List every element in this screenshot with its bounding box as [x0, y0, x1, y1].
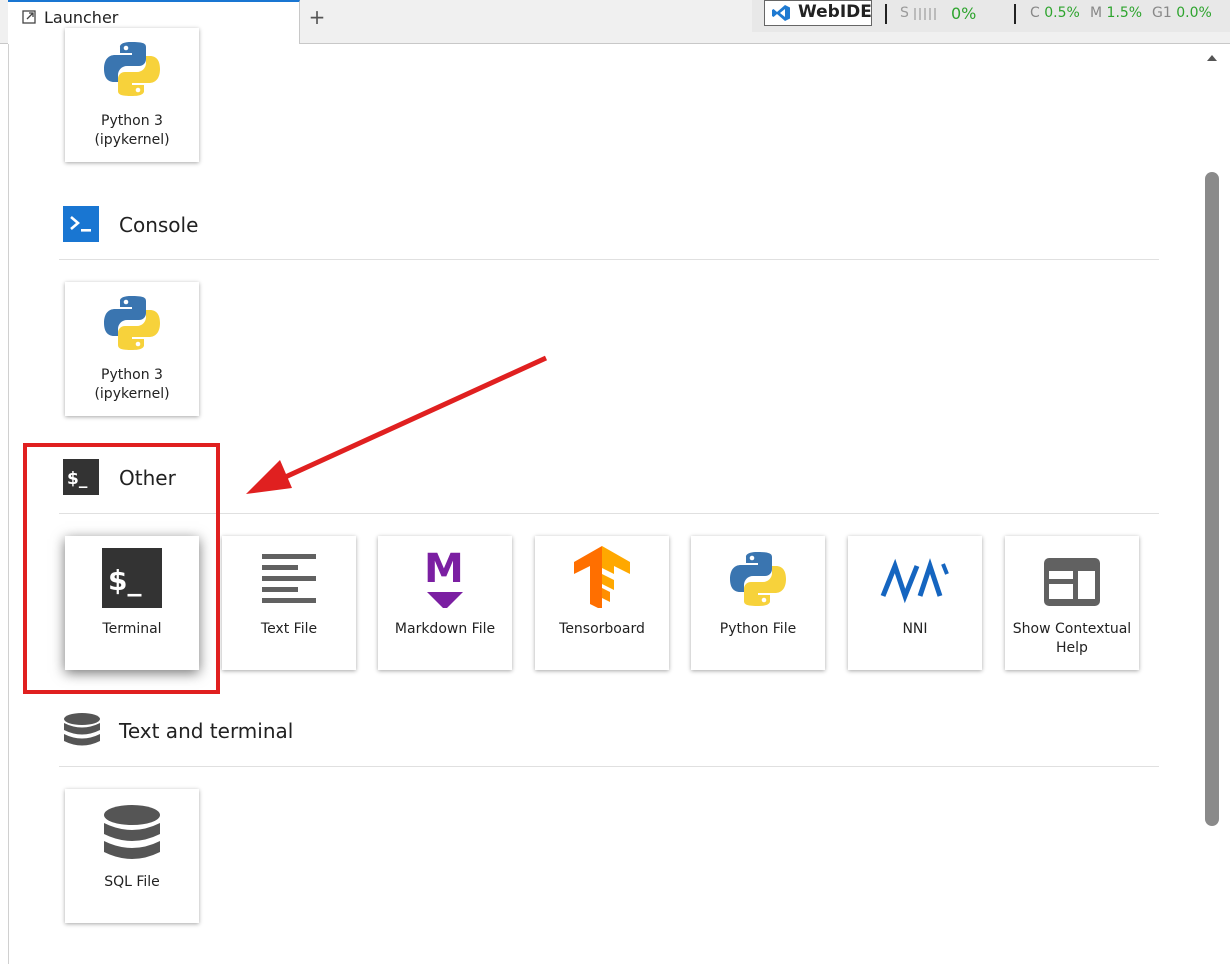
- section-title: Console: [119, 213, 199, 237]
- sql-file-card[interactable]: SQL File: [65, 789, 199, 923]
- card-label: Markdown File: [394, 621, 496, 637]
- database-icon: [104, 805, 160, 859]
- storage-bars-icon: [914, 8, 936, 20]
- contextual-help-icon: [1044, 558, 1100, 606]
- database-icon: [64, 713, 100, 746]
- storage-label: S: [900, 5, 909, 21]
- status-separator: [1014, 4, 1016, 24]
- storage-value: 0%: [951, 4, 977, 23]
- section-text-and-terminal: Text and terminal: [59, 712, 1159, 768]
- annotation-arrow-icon: [246, 355, 548, 494]
- section-divider: [59, 513, 1159, 514]
- cpu-stat: C 0.5%: [1030, 5, 1080, 21]
- console-icon: [63, 206, 99, 242]
- section-divider: [59, 766, 1159, 767]
- section-console: Console: [59, 206, 1159, 262]
- memory-stat: M 1.5%: [1090, 5, 1142, 21]
- card-label: Python 3 (ipykernel): [94, 113, 170, 148]
- tensorboard-card[interactable]: Tensorboard: [535, 536, 669, 670]
- python-icon: [730, 552, 786, 606]
- gpu-label: G1: [1152, 5, 1172, 21]
- tab-label: Launcher: [44, 8, 119, 27]
- memory-value: 1.5%: [1106, 5, 1143, 21]
- card-label: Show Contextual Help: [1012, 621, 1132, 656]
- cpu-value: 0.5%: [1044, 5, 1080, 21]
- python-file-card[interactable]: Python File: [691, 536, 825, 670]
- card-label: Python File: [719, 621, 797, 637]
- notebook-python3-card[interactable]: Python 3 (ipykernel): [65, 28, 199, 162]
- webide-button[interactable]: WebIDE: [764, 0, 872, 26]
- cpu-label: C: [1030, 5, 1040, 21]
- section-title: Text and terminal: [119, 719, 294, 743]
- markdown-file-card[interactable]: M Markdown File: [378, 536, 512, 670]
- add-tab-button[interactable]: +: [302, 2, 332, 32]
- webide-label: WebIDE: [798, 2, 872, 22]
- console-python3-card[interactable]: Python 3 (ipykernel): [65, 282, 199, 416]
- python-icon: [104, 296, 160, 350]
- nni-icon: [880, 558, 949, 604]
- card-label: NNI: [902, 621, 928, 637]
- section-other: $_ Other: [59, 459, 1159, 515]
- show-contextual-help-card[interactable]: Show Contextual Help: [1005, 536, 1139, 670]
- gpu-stat: G1 0.0%: [1152, 5, 1212, 21]
- text-file-card[interactable]: Text File: [222, 536, 356, 670]
- python-icon: [104, 42, 160, 96]
- card-label: Tensorboard: [559, 621, 645, 637]
- tensorflow-icon: [574, 546, 630, 608]
- card-label: Python 3 (ipykernel): [94, 367, 170, 402]
- card-label: SQL File: [104, 874, 160, 890]
- section-divider: [59, 259, 1159, 260]
- markdown-icon: M: [424, 546, 464, 608]
- text-file-icon: [262, 554, 316, 603]
- vscode-icon: [772, 5, 790, 21]
- gpu-value: 0.0%: [1176, 5, 1212, 21]
- scrollbar-thumb[interactable]: [1205, 172, 1219, 826]
- svg-text:M: M: [424, 546, 464, 592]
- scroll-up-arrow-icon[interactable]: [1206, 52, 1218, 64]
- nni-card[interactable]: NNI: [848, 536, 982, 670]
- status-separator: [885, 4, 887, 24]
- annotation-highlight-box: [23, 443, 220, 694]
- launcher-icon: [22, 10, 36, 24]
- memory-label: M: [1090, 5, 1103, 21]
- card-label: Text File: [260, 621, 318, 637]
